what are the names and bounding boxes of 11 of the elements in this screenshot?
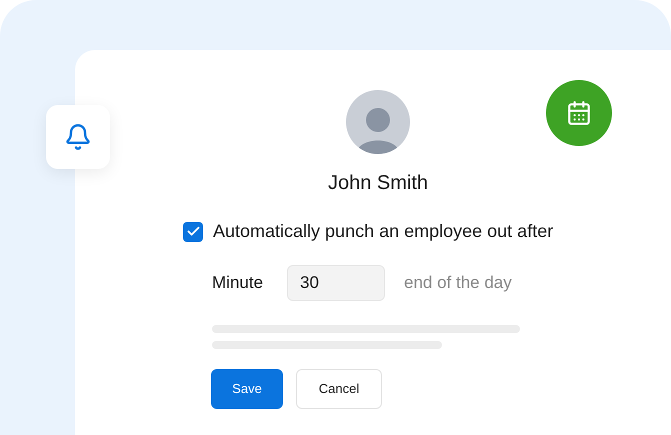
calendar-icon bbox=[566, 100, 592, 126]
minute-input[interactable]: 30 bbox=[287, 265, 385, 301]
checkbox[interactable] bbox=[183, 222, 203, 242]
bell-tile[interactable] bbox=[46, 105, 110, 169]
bell-icon bbox=[64, 123, 92, 151]
save-button[interactable]: Save bbox=[211, 369, 283, 409]
checkbox-label: Automatically punch an employee out after bbox=[213, 220, 554, 243]
cancel-button[interactable]: Cancel bbox=[296, 369, 382, 409]
user-name: John Smith bbox=[328, 171, 428, 196]
field-label: Minute bbox=[212, 272, 264, 294]
field-suffix: end of the day bbox=[404, 272, 512, 294]
